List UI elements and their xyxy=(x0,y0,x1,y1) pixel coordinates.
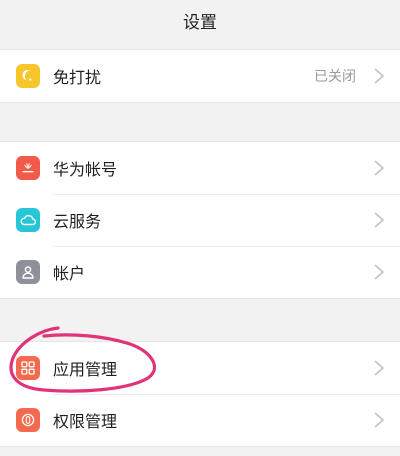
settings-item-app-management[interactable]: 应用管理 xyxy=(0,342,400,394)
settings-item-accounts[interactable]: 帐户 xyxy=(0,246,400,298)
chevron-right-icon xyxy=(374,412,385,428)
settings-item-permission-management[interactable]: 权限管理 xyxy=(0,394,400,446)
settings-item-label: 免打扰 xyxy=(53,68,102,87)
settings-item-label: 华为帐号 xyxy=(53,160,118,179)
chevron-right-icon xyxy=(374,68,385,84)
cloud-icon xyxy=(16,208,40,232)
person-icon xyxy=(16,260,40,284)
settings-item-label: 应用管理 xyxy=(53,360,118,379)
chevron-right-icon xyxy=(374,264,385,280)
chevron-right-icon xyxy=(374,160,385,176)
group-do-not-disturb: 免打扰 已关闭 xyxy=(0,49,400,103)
grid-icon xyxy=(16,356,40,380)
page-title: 设置 xyxy=(183,12,217,33)
group-apps: 应用管理 权限管理 xyxy=(0,341,400,447)
moon-icon xyxy=(16,64,40,88)
settings-item-cloud-service[interactable]: 云服务 xyxy=(0,194,400,246)
settings-item-do-not-disturb[interactable]: 免打扰 已关闭 xyxy=(0,50,400,102)
huawei-logo-icon xyxy=(16,156,40,180)
status-value: 已关闭 xyxy=(314,69,356,85)
chevron-right-icon xyxy=(374,360,385,376)
settings-item-label: 帐户 xyxy=(53,264,86,283)
settings-item-label: 权限管理 xyxy=(53,412,118,431)
top-bar: 设置 xyxy=(0,0,400,40)
settings-item-huawei-id[interactable]: 华为帐号 xyxy=(0,142,400,194)
group-account: 华为帐号 云服务 帐户 xyxy=(0,141,400,299)
chevron-right-icon xyxy=(374,212,385,228)
permission-icon xyxy=(16,408,40,432)
settings-item-label: 云服务 xyxy=(53,212,102,231)
